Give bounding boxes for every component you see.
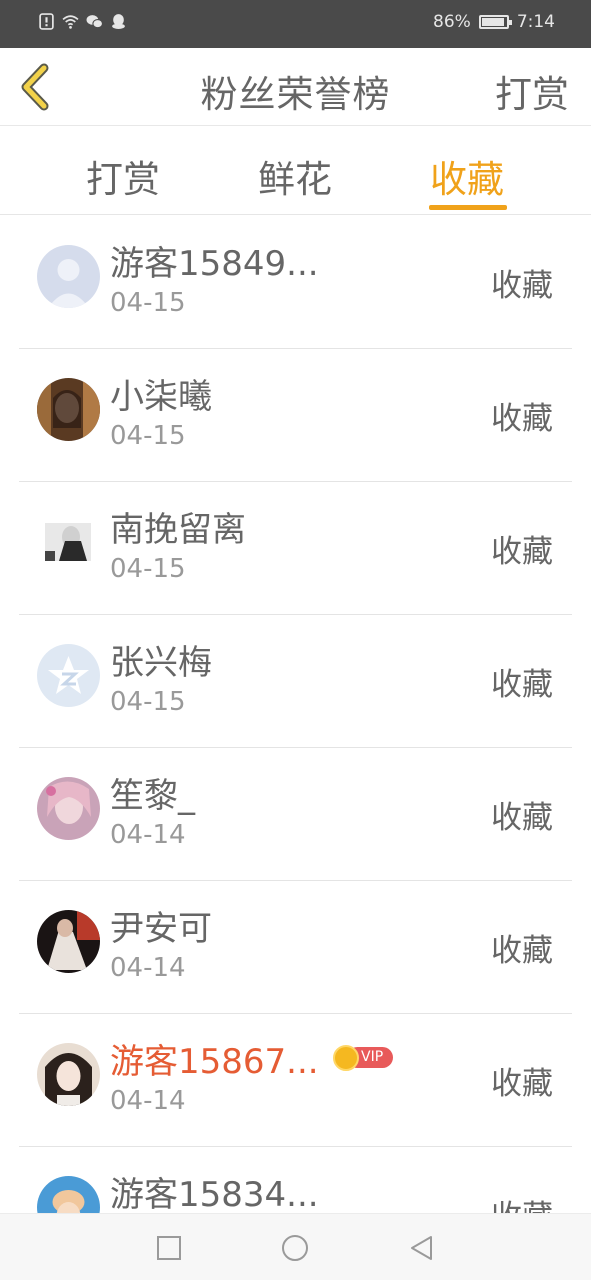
notification-icons <box>38 13 127 30</box>
avatar <box>37 511 100 574</box>
alert-icon <box>39 13 54 30</box>
tab-flowers[interactable]: 鲜花 <box>258 149 332 203</box>
action-label: 收藏 <box>491 268 553 304</box>
qzone-star-icon <box>37 644 100 707</box>
reward-button[interactable]: 打赏 <box>495 64 569 118</box>
user-name: 游客15867... <box>110 1042 319 1082</box>
user-name: 小柒曦 <box>110 377 212 417</box>
action-label: 收藏 <box>491 933 553 969</box>
photo-avatar-icon <box>37 378 100 441</box>
date: 04-14 <box>110 953 186 983</box>
list-item[interactable]: 小柒曦 04-15 收藏 <box>19 349 572 482</box>
battery-percent: 86% <box>433 12 471 32</box>
crown-icon <box>333 1045 359 1071</box>
date: 04-15 <box>110 288 186 318</box>
battery-icon <box>478 15 512 29</box>
user-name: 笙黎_ <box>110 776 195 816</box>
user-name: 张兴梅 <box>110 643 212 683</box>
avatar <box>37 910 100 973</box>
action-label: 收藏 <box>491 800 553 836</box>
fan-list: 游客15849... 04-15 收藏 小柒曦 04-15 收藏 南挽留离 04… <box>19 216 572 1280</box>
user-name: 游客15849... <box>110 244 319 284</box>
user-name: 游客15834... <box>110 1175 319 1215</box>
avatar <box>37 378 100 441</box>
action-label: 收藏 <box>491 534 553 570</box>
list-item[interactable]: 南挽留离 04-15 收藏 <box>19 482 572 615</box>
battery-level <box>481 18 505 26</box>
clock: 7:14 <box>516 12 555 32</box>
qq-icon <box>112 14 125 29</box>
wifi-icon <box>62 15 79 29</box>
status-right: 86% 7:14 <box>433 12 555 32</box>
action-label: 收藏 <box>491 1066 553 1102</box>
default-user-icon <box>37 245 100 308</box>
tab-active-indicator <box>429 205 507 210</box>
list-item[interactable]: 游客15867... VIP 04-14 收藏 <box>19 1014 572 1147</box>
date: 04-15 <box>110 687 186 717</box>
avatar <box>37 1043 100 1106</box>
avatar <box>37 245 100 308</box>
action-label: 收藏 <box>491 401 553 437</box>
tab-favorites[interactable]: 收藏 <box>430 149 504 203</box>
user-name: 尹安可 <box>110 909 212 949</box>
action-label: 收藏 <box>491 667 553 703</box>
avatar <box>37 644 100 707</box>
list-item[interactable]: 张兴梅 04-15 收藏 <box>19 615 572 748</box>
status-bar: 86% 7:14 <box>0 0 591 48</box>
wechat-icon <box>86 15 103 29</box>
list-item[interactable]: 尹安可 04-14 收藏 <box>19 881 572 1014</box>
date: 04-15 <box>110 554 186 584</box>
list-item[interactable]: 笙黎_ 04-14 收藏 <box>19 748 572 881</box>
tab-bar: 打赏 鲜花 收藏 <box>0 127 591 215</box>
system-nav-bar <box>0 1213 591 1280</box>
date: 04-14 <box>110 820 186 850</box>
date: 04-15 <box>110 421 186 451</box>
back-triangle-icon[interactable] <box>407 1234 435 1262</box>
photo-avatar-icon <box>37 511 100 574</box>
avatar <box>37 777 100 840</box>
photo-avatar-icon <box>37 910 100 973</box>
user-name: 南挽留离 <box>110 510 246 550</box>
photo-avatar-icon <box>37 777 100 840</box>
header: 粉丝荣誉榜 打赏 <box>0 48 591 126</box>
list-item[interactable]: 游客15849... 04-15 收藏 <box>19 216 572 349</box>
photo-avatar-icon <box>37 1043 100 1106</box>
vip-badge: VIP <box>333 1045 395 1071</box>
recents-square-icon[interactable] <box>155 1234 183 1262</box>
tab-reward[interactable]: 打赏 <box>86 149 160 203</box>
home-circle-icon[interactable] <box>281 1234 309 1262</box>
date: 04-14 <box>110 1086 186 1116</box>
